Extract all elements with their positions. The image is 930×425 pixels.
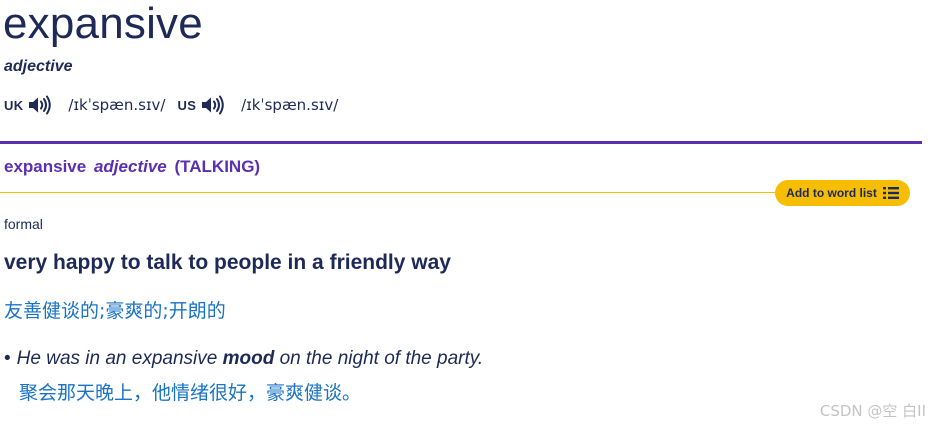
example-keyword: mood [222, 348, 275, 369]
sense-headword: expansive [4, 157, 87, 176]
region-uk-label: UK [4, 97, 24, 113]
uk-ipa: /ɪkˈspæn.sɪv/ [68, 96, 166, 114]
definition-translation: 友善健谈的;豪爽的;开朗的 [4, 300, 226, 322]
add-to-word-list-button[interactable]: Add to word list [775, 180, 910, 206]
sense-rule [0, 192, 800, 193]
list-icon [882, 187, 899, 199]
sense-header: expansive adjective (TALKING) [4, 157, 260, 177]
watermark: CSDN @空 白II [819, 402, 926, 420]
example-text-after: on the night of the party. [274, 348, 484, 369]
example-translation: 聚会那天晚上，他情绪很好，豪爽健谈。 [19, 382, 362, 404]
headword: expansive [3, 0, 203, 48]
sense-guideword: (TALKING) [174, 157, 261, 176]
region-us-label: US [177, 97, 197, 113]
dictionary-entry: expansive adjective UK /ɪkˈspæn.sɪv/ US … [0, 0, 930, 425]
section-divider [0, 141, 922, 144]
us-ipa: /ɪkˈspæn.sɪv/ [241, 96, 339, 114]
example-bullet: • [4, 348, 11, 369]
definition: very happy to talk to people in a friend… [4, 251, 451, 274]
speaker-icon [202, 95, 224, 115]
add-to-word-list-label: Add to word list [786, 186, 877, 200]
example-sentence: • He was in an expansive mood on the nig… [4, 348, 483, 370]
pronunciation-row: UK /ɪkˈspæn.sɪv/ US /ɪkˈspæn.sɪv/ [4, 92, 350, 118]
speaker-icon [29, 95, 52, 115]
register-label: formal [4, 216, 43, 232]
sense-part-of-speech: adjective [93, 157, 167, 176]
us-audio-button[interactable] [201, 95, 225, 115]
example-text-before: He was in an expansive [16, 348, 223, 369]
uk-audio-button[interactable] [28, 95, 52, 115]
part-of-speech: adjective [4, 58, 73, 75]
